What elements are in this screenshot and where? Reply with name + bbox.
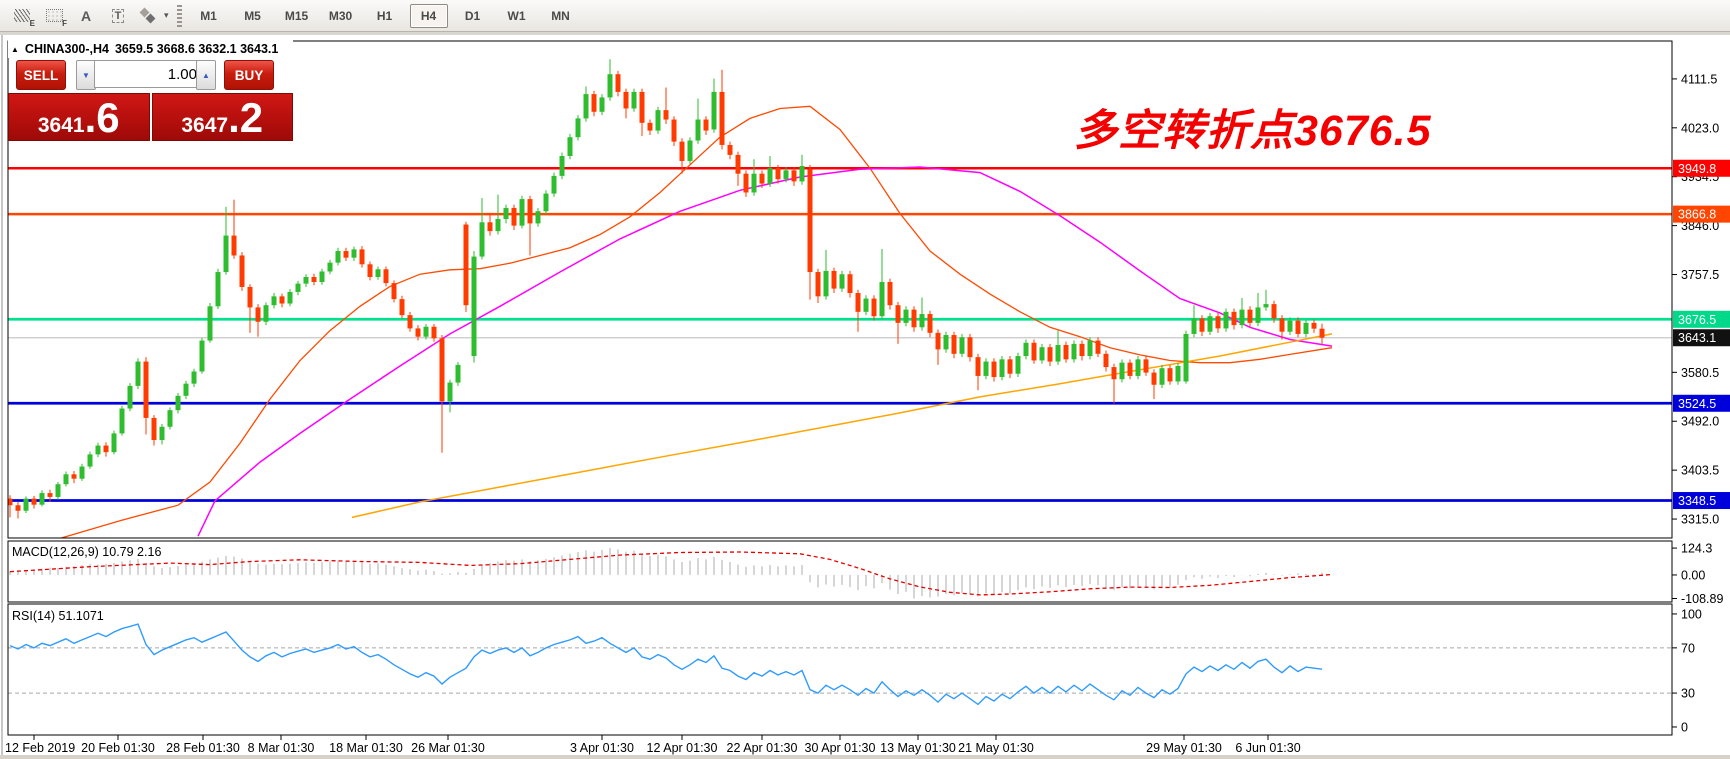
timeframe-m5[interactable]: M5 xyxy=(234,4,272,28)
svg-text:3676.5: 3676.5 xyxy=(1678,313,1716,327)
svg-text:6 Jun 01:30: 6 Jun 01:30 xyxy=(1235,741,1300,755)
svg-text:26 Mar 01:30: 26 Mar 01:30 xyxy=(411,741,485,755)
svg-text:3348.5: 3348.5 xyxy=(1678,494,1716,508)
svg-text:21 May 01:30: 21 May 01:30 xyxy=(958,741,1034,755)
svg-text:30 Apr 01:30: 30 Apr 01:30 xyxy=(805,741,876,755)
trade-panel: ▲ CHINA300-,H4 3659.5 3668.6 3632.1 3643… xyxy=(8,40,293,141)
volume-input[interactable]: 1.00 xyxy=(94,60,206,88)
svg-text:20 Feb 01:30: 20 Feb 01:30 xyxy=(81,741,155,755)
ask-int: 3647 xyxy=(181,114,229,137)
arrow-style-tool-icon[interactable] xyxy=(134,3,166,29)
price-tiles: 3641 .6 3647 .2 xyxy=(8,93,293,141)
svg-text:3403.5: 3403.5 xyxy=(1681,464,1719,478)
svg-text:29 May 01:30: 29 May 01:30 xyxy=(1146,741,1222,755)
timeframe-group: M1 M5 M15 M30 H1 H4 D1 W1 MN xyxy=(190,3,580,28)
svg-text:22 Apr 01:30: 22 Apr 01:30 xyxy=(727,741,798,755)
bid-dec: .6 xyxy=(84,94,120,141)
svg-text:-108.89: -108.89 xyxy=(1681,592,1723,606)
hatch-pattern-tool-icon[interactable]: E xyxy=(6,3,38,29)
svg-text:3643.1: 3643.1 xyxy=(1678,331,1716,345)
ohlc-values: 3659.5 3668.6 3632.1 3643.1 xyxy=(114,42,279,56)
timeframe-h1[interactable]: H1 xyxy=(366,4,404,28)
svg-text:28 Feb 01:30: 28 Feb 01:30 xyxy=(166,741,240,755)
symbol-label: CHINA300-,H4 xyxy=(24,42,109,56)
svg-text:0: 0 xyxy=(1681,720,1688,734)
bid-price-tile[interactable]: 3641 .6 xyxy=(8,93,150,141)
svg-text:100: 100 xyxy=(1681,607,1702,621)
svg-text:3492.0: 3492.0 xyxy=(1681,415,1719,429)
svg-text:124.3: 124.3 xyxy=(1681,542,1712,556)
toolbar-drag-handle[interactable] xyxy=(176,4,182,27)
toolbar: E F A T ▾ M1 M5 M15 M30 H1 H4 D1 W1 MN xyxy=(0,0,1730,32)
order-row: SELL ▼ 1.00 ▲ BUY xyxy=(8,60,293,90)
svg-text:3866.8: 3866.8 xyxy=(1678,208,1716,222)
buy-button[interactable]: BUY xyxy=(224,60,274,90)
svg-text:12 Feb 2019: 12 Feb 2019 xyxy=(5,741,75,755)
timeframe-w1[interactable]: W1 xyxy=(498,4,536,28)
svg-text:4023.0: 4023.0 xyxy=(1681,121,1719,135)
svg-text:3 Apr 01:30: 3 Apr 01:30 xyxy=(570,741,634,755)
svg-text:70: 70 xyxy=(1681,641,1695,655)
svg-text:4111.5: 4111.5 xyxy=(1681,72,1717,86)
svg-text:3315.0: 3315.0 xyxy=(1681,513,1719,527)
chart-symbol-header: ▲ CHINA300-,H4 3659.5 3668.6 3632.1 3643… xyxy=(8,40,293,58)
svg-text:3524.5: 3524.5 xyxy=(1678,397,1716,411)
fibo-grid-tool-icon[interactable]: F xyxy=(38,3,70,29)
text-label-tool-icon[interactable]: A xyxy=(70,3,102,29)
svg-text:0.00: 0.00 xyxy=(1681,568,1705,582)
bid-int: 3641 xyxy=(37,114,85,137)
svg-text:12 Apr 01:30: 12 Apr 01:30 xyxy=(647,741,718,755)
svg-text:13 May 01:30: 13 May 01:30 xyxy=(880,741,956,755)
svg-text:18 Mar 01:30: 18 Mar 01:30 xyxy=(329,741,403,755)
svg-text:3949.8: 3949.8 xyxy=(1678,162,1716,176)
timeframe-mn[interactable]: MN xyxy=(542,4,580,28)
timeframe-m30[interactable]: M30 xyxy=(322,4,360,28)
text-box-tool-icon[interactable]: T xyxy=(102,3,134,29)
rsi-label: RSI(14) 51.1071 xyxy=(12,609,104,623)
ask-dec: .2 xyxy=(228,94,264,141)
annotation-text: 多空转折点3676.5 xyxy=(1074,107,1432,155)
drawing-tools-group: E F A T ▾ xyxy=(6,3,169,29)
ask-price-tile[interactable]: 3647 .2 xyxy=(151,93,293,141)
sell-button[interactable]: SELL xyxy=(16,60,66,90)
svg-text:3757.5: 3757.5 xyxy=(1681,268,1719,282)
timeframe-m1[interactable]: M1 xyxy=(190,4,228,28)
svg-text:8 Mar 01:30: 8 Mar 01:30 xyxy=(248,741,315,755)
svg-text:30: 30 xyxy=(1681,687,1695,701)
timeframe-d1[interactable]: D1 xyxy=(454,4,492,28)
timeframe-m15[interactable]: M15 xyxy=(278,4,316,28)
timeframe-h4[interactable]: H4 xyxy=(409,3,448,28)
macd-label: MACD(12,26,9) 10.79 2.16 xyxy=(12,545,161,559)
collapse-icon[interactable]: ▲ xyxy=(11,45,19,54)
svg-text:3580.5: 3580.5 xyxy=(1681,366,1719,380)
mt4-window: 4111.5 4023.0 3934.5 3846.0 3757.5 3580.5 3492… xyxy=(0,0,1730,759)
volume-increase-button[interactable]: ▲ xyxy=(196,60,216,90)
volume-decrease-button[interactable]: ▼ xyxy=(76,60,96,90)
